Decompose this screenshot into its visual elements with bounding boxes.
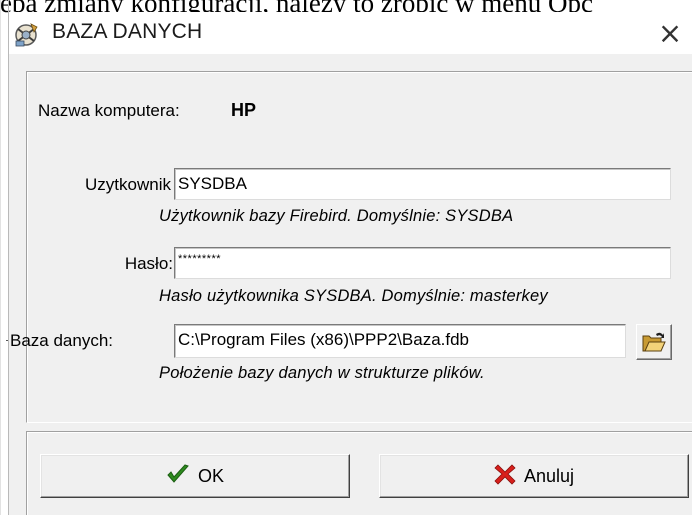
dialog-client-area: Nazwa komputera: HP Uzytkownik SYSDBA Uż…: [9, 54, 692, 515]
password-hint: Hasło użytkownika SYSDBA. Domyślnie: mas…: [159, 287, 548, 305]
ok-button-label: OK: [197, 465, 224, 486]
database-hint: Położenie bazy danych w strukturze plikó…: [159, 364, 485, 382]
browse-button[interactable]: [636, 324, 672, 360]
database-app-icon: [13, 21, 41, 49]
password-label: Hasło:: [124, 254, 173, 273]
cancel-button-label: Anuluj: [523, 465, 575, 486]
red-x-icon: [494, 463, 524, 490]
background-edge: [0, 0, 1, 515]
user-hint: Użytkownik bazy Firebird. Domyślnie: SYS…: [159, 207, 514, 225]
computer-name-label: Nazwa komputera:: [38, 101, 180, 120]
ok-button[interactable]: OK: [40, 454, 350, 498]
user-input[interactable]: SYSDBA: [174, 168, 671, 200]
database-dialog: BAZA DANYCH × Nazwa komputera: HP Uzytko…: [9, 12, 692, 515]
computer-name-value: HP: [231, 100, 257, 120]
close-button[interactable]: ×: [652, 18, 688, 48]
background-mark: [6, 340, 8, 341]
cancel-button[interactable]: Anuluj: [379, 454, 689, 498]
checkmark-icon: [166, 463, 198, 490]
password-input[interactable]: *********: [174, 247, 671, 279]
title-bar[interactable]: BAZA DANYCH ×: [9, 12, 692, 54]
database-label: Baza danych:: [10, 331, 114, 350]
database-path-input[interactable]: C:\Program Files (x86)\PPP2\Baza.fdb: [174, 324, 626, 358]
user-label: Uzytkownik: [85, 175, 171, 194]
dialog-title: BAZA DANYCH: [52, 20, 203, 43]
